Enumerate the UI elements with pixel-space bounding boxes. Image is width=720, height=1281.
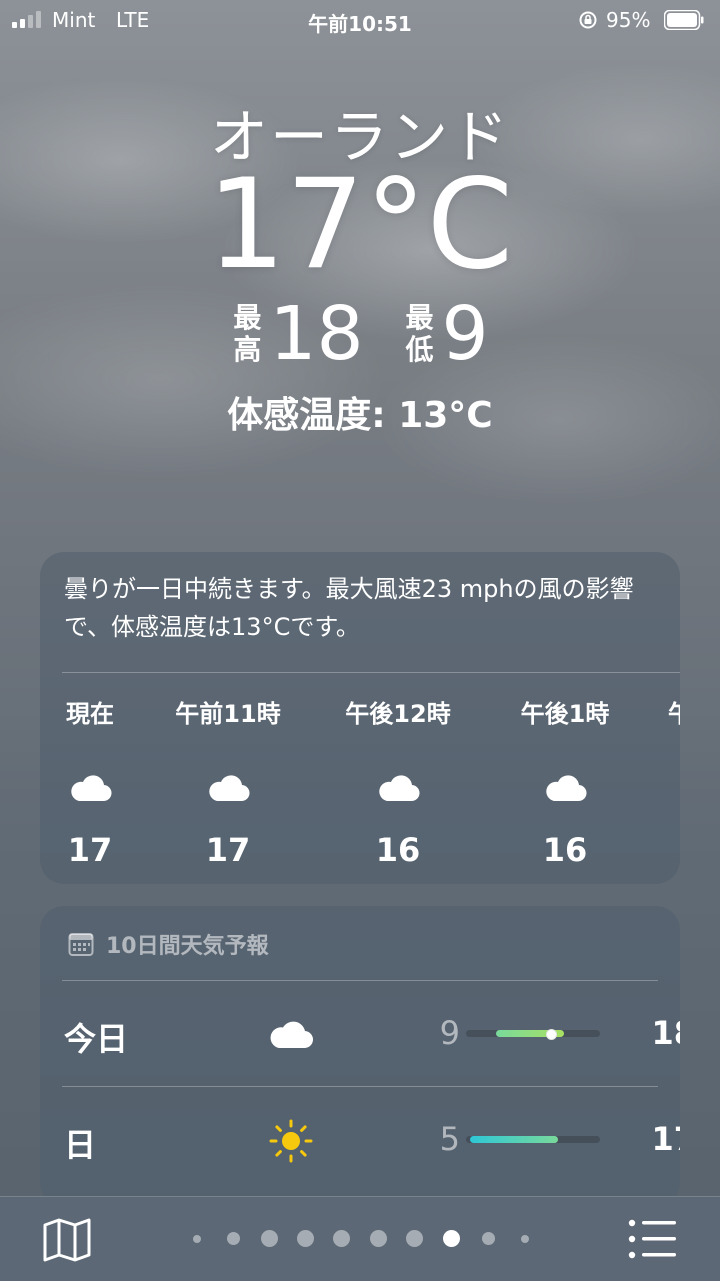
current-temperature: 17°C: [206, 153, 514, 297]
low-label: 最低: [405, 301, 434, 366]
day-high: 17: [651, 1120, 680, 1158]
page-dot[interactable]: [406, 1230, 423, 1247]
hour-label: 現在: [66, 700, 114, 728]
hour-temp: 16: [542, 831, 588, 869]
day-high: 18: [651, 1014, 680, 1052]
temperature-range-bar: [466, 1029, 600, 1040]
high-label: 最高: [233, 301, 262, 366]
hour-item: 午前11時 17: [166, 694, 290, 869]
page-indicator[interactable]: [0, 1229, 720, 1249]
hourly-forecast-card[interactable]: 曇りが一日中続きます。最大風速23 mphの風の影響で、体感温度は13°Cです。…: [40, 552, 680, 884]
hour-item: 午後12時 16: [336, 694, 460, 869]
hour-label: 午後12時: [345, 700, 451, 728]
page-dot[interactable]: [261, 1230, 278, 1247]
cloud-icon: [209, 775, 250, 802]
ten-day-title: 10日間天気予報: [106, 934, 269, 959]
cloud-icon: [270, 1021, 314, 1049]
orientation-lock-icon: [579, 11, 597, 29]
page-dot[interactable]: [370, 1230, 387, 1247]
feels-like: 体感温度: 13°C: [227, 395, 493, 436]
cloud-icon: [379, 775, 420, 802]
hour-item: 現在 17: [62, 694, 118, 869]
high-low: 最高 18 最低 9: [0, 296, 720, 372]
page-dot[interactable]: [521, 1235, 529, 1243]
hour-temp: 16: [375, 831, 421, 869]
day-row-sunday[interactable]: 日 5 17: [64, 1088, 680, 1192]
sun-icon: [269, 1119, 313, 1163]
page-dot[interactable]: [193, 1235, 201, 1243]
page-dot[interactable]: [227, 1232, 240, 1245]
calendar-icon: [68, 933, 94, 956]
hour-temp: 17: [205, 831, 251, 869]
battery-percentage: 95%: [606, 8, 651, 32]
day-name: 今日: [64, 1020, 129, 1058]
divider: [62, 980, 658, 981]
temperature-range-bar: [466, 1136, 600, 1143]
divider: [62, 672, 680, 673]
list-icon[interactable]: [628, 1219, 678, 1259]
current-temp-marker: [546, 1029, 557, 1040]
hour-label: 午後1時: [520, 700, 610, 728]
page-dot-active[interactable]: [443, 1230, 460, 1247]
cloud-icon: [546, 775, 587, 802]
status-bar: Mint LTE 午前10:51 95%: [0, 0, 720, 40]
hour-temp: 17: [67, 831, 113, 869]
cloud-icon: [71, 775, 112, 802]
high-temperature: 最高 18: [231, 296, 363, 372]
low-value: 9: [441, 291, 489, 377]
forecast-summary: 曇りが一日中続きます。最大風速23 mphの風の影響で、体感温度は13°Cです。: [64, 575, 634, 641]
range-fill: [470, 1136, 558, 1143]
page-dot[interactable]: [333, 1230, 350, 1247]
hour-item: 午後1時 16: [510, 694, 620, 869]
day-name: 日: [64, 1126, 97, 1164]
day-low: 5: [439, 1120, 460, 1158]
divider: [62, 1086, 658, 1087]
low-temperature: 最低 9: [404, 296, 489, 372]
battery-icon: [664, 10, 704, 30]
page-dot[interactable]: [482, 1232, 495, 1245]
high-value: 18: [269, 291, 364, 377]
ten-day-header: 10日間天気予報: [68, 928, 269, 960]
day-row-today[interactable]: 今日 9 18: [64, 982, 680, 1086]
ten-day-forecast-card[interactable]: 10日間天気予報 今日 9 18 日 5 17: [40, 906, 680, 1206]
hour-label: 午前11時: [175, 700, 281, 728]
hour-item: 午: [668, 694, 680, 729]
bottom-toolbar: [0, 1196, 720, 1281]
page-dot[interactable]: [297, 1230, 314, 1247]
hour-label: 午: [668, 694, 680, 729]
day-low: 9: [439, 1014, 460, 1052]
